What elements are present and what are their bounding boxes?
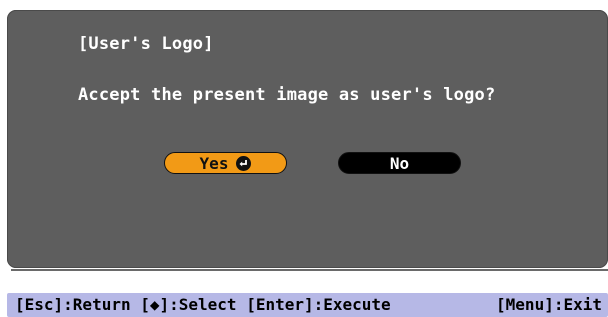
status-bar-exit-text: [Menu]:Exit (496, 295, 602, 314)
status-bar-help-text: [Esc]:Return [◆]:Select [Enter]:Execute (15, 295, 391, 314)
enter-icon (236, 155, 252, 171)
no-button[interactable]: No (338, 152, 461, 174)
dialog-question: Accept the present image as user's logo? (78, 85, 496, 105)
yes-button-label: Yes (199, 153, 229, 173)
status-bar: [Esc]:Return [◆]:Select [Enter]:Execute … (7, 293, 608, 317)
yes-button[interactable]: Yes (164, 152, 287, 174)
dialog-shadow-line (11, 269, 608, 271)
dialog-title: [User's Logo] (78, 34, 214, 54)
no-button-label: No (389, 153, 410, 173)
confirm-dialog: [User's Logo] Accept the present image a… (7, 10, 608, 268)
